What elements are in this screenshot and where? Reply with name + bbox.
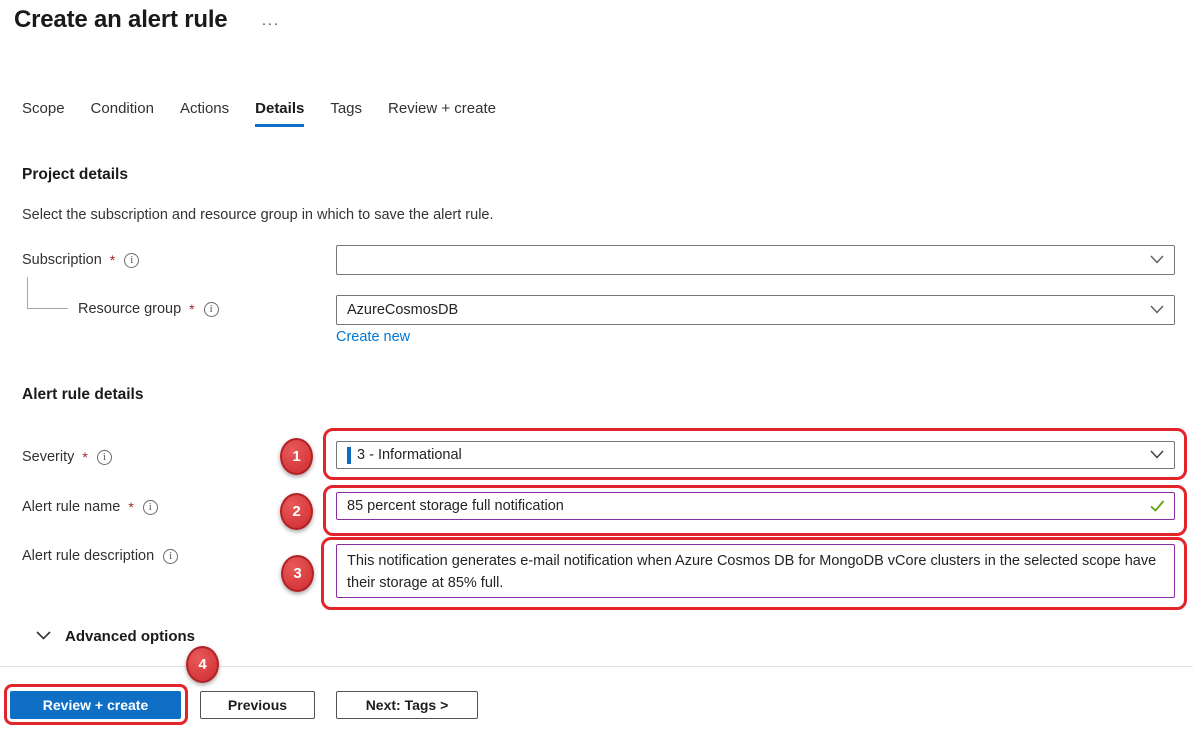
- valid-check-icon: [1150, 499, 1165, 517]
- info-icon[interactable]: i: [143, 500, 158, 515]
- advanced-options-label: Advanced options: [65, 628, 195, 645]
- previous-button[interactable]: Previous: [200, 691, 315, 719]
- connector-line-horizontal: [27, 308, 68, 309]
- annotation-step-4: 4: [186, 646, 219, 683]
- alert-rule-name-input[interactable]: [336, 492, 1175, 520]
- annotation-step-2: 2: [280, 493, 313, 530]
- page-title: Create an alert rule: [14, 6, 227, 34]
- annotation-step-1: 1: [280, 438, 313, 475]
- resource-group-label: Resource group * i: [78, 301, 219, 317]
- resource-group-value: AzureCosmosDB: [347, 302, 458, 318]
- tab-tags[interactable]: Tags: [330, 100, 362, 127]
- annotation-step-3: 3: [281, 555, 314, 592]
- tab-review-create[interactable]: Review + create: [388, 100, 496, 127]
- tab-actions[interactable]: Actions: [180, 100, 229, 127]
- project-details-description: Select the subscription and resource gro…: [22, 207, 494, 223]
- create-new-link[interactable]: Create new: [336, 329, 410, 345]
- advanced-options-toggle[interactable]: Advanced options: [36, 627, 195, 645]
- alert-rule-name-label: Alert rule name * i: [22, 499, 158, 515]
- tab-scope[interactable]: Scope: [22, 100, 65, 127]
- connector-line-vertical: [27, 277, 28, 308]
- alert-rule-description-label: Alert rule description i: [22, 548, 178, 564]
- chevron-down-icon: [1150, 252, 1164, 268]
- info-icon[interactable]: i: [97, 450, 112, 465]
- next-tags-button[interactable]: Next: Tags >: [336, 691, 478, 719]
- required-asterisk: *: [128, 499, 133, 515]
- subscription-dropdown[interactable]: [336, 245, 1175, 275]
- subscription-label: Subscription * i: [22, 252, 139, 268]
- more-options-icon[interactable]: ···: [261, 19, 279, 29]
- tab-condition[interactable]: Condition: [91, 100, 154, 127]
- alert-rule-description-textarea[interactable]: This notification generates e-mail notif…: [336, 544, 1175, 598]
- required-asterisk: *: [110, 252, 115, 268]
- alert-rule-details-heading: Alert rule details: [22, 386, 143, 404]
- severity-dropdown[interactable]: 3 - Informational: [336, 441, 1175, 469]
- info-icon[interactable]: i: [204, 302, 219, 317]
- alert-rule-name-field: [336, 492, 1175, 520]
- chevron-down-icon: [1150, 302, 1164, 318]
- severity-label: Severity * i: [22, 449, 112, 465]
- resource-group-dropdown[interactable]: AzureCosmosDB: [336, 295, 1175, 325]
- info-icon[interactable]: i: [124, 253, 139, 268]
- review-create-button[interactable]: Review + create: [10, 691, 181, 719]
- info-icon[interactable]: i: [163, 549, 178, 564]
- project-details-heading: Project details: [22, 166, 128, 184]
- severity-value: 3 - Informational: [357, 447, 462, 463]
- wizard-tabs: Scope Condition Actions Details Tags Rev…: [22, 100, 496, 127]
- required-asterisk: *: [82, 449, 87, 465]
- required-asterisk: *: [189, 301, 194, 317]
- page-header: Create an alert rule ···: [14, 6, 279, 34]
- chevron-down-icon: [1150, 447, 1164, 463]
- tab-details[interactable]: Details: [255, 100, 304, 127]
- footer-divider: [0, 666, 1193, 667]
- create-alert-rule-page: Create an alert rule ··· Scope Condition…: [0, 0, 1193, 729]
- text-cursor: [347, 447, 351, 464]
- chevron-down-icon: [36, 627, 51, 645]
